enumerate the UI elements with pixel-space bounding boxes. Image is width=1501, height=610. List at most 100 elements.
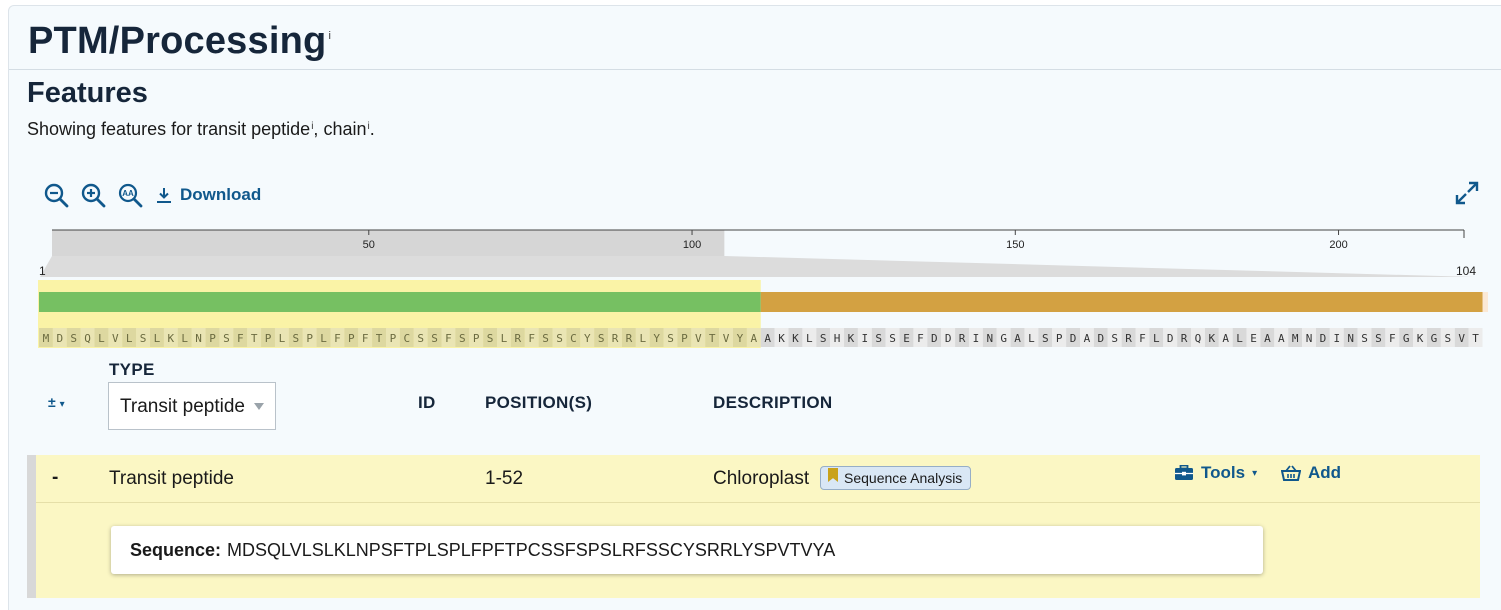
sequence-residue: D <box>1098 332 1105 345</box>
sequence-residue: N <box>986 332 993 345</box>
divider <box>36 502 1480 503</box>
ruler-tick-label: 150 <box>1006 239 1024 251</box>
sequence-residue: V <box>695 332 702 345</box>
sequence-residue: S <box>889 332 896 345</box>
ruler-tick-label: 100 <box>683 239 701 251</box>
sequence-residue: L <box>98 332 105 345</box>
sequence-residue: F <box>1139 332 1146 345</box>
sequence-residue: R <box>626 332 633 345</box>
sequence-residue: R <box>1181 332 1188 345</box>
zoom-in-icon[interactable] <box>80 182 106 208</box>
sequence-residue: L <box>279 332 286 345</box>
sequence-residue: P <box>348 332 355 345</box>
navigation-ruler[interactable]: 501001502002503003504001104 <box>39 229 1488 278</box>
sequence-residue: N <box>1306 332 1313 345</box>
sequence-residue: S <box>598 332 605 345</box>
sequence-residue: S <box>542 332 549 345</box>
sequence-details: Sequence: MDSQLVLSLKLNPSFTPLSPLFPFTPCSSFS… <box>111 526 1263 574</box>
ruler-tick-label: 50 <box>363 239 375 251</box>
sequence-residue: F <box>528 332 535 345</box>
row-collapse-toggle[interactable]: - <box>52 467 58 489</box>
sequence-residue: K <box>168 332 175 345</box>
sequence-residue: F <box>917 332 924 345</box>
sequence-residue: K <box>778 332 785 345</box>
tools-dropdown-button[interactable]: Tools ▾ <box>1174 463 1257 483</box>
download-label: Download <box>180 185 262 204</box>
filter-chain: chain <box>323 119 367 139</box>
row-description: Chloroplast <box>713 468 810 489</box>
sequence-residue: R <box>612 332 619 345</box>
sequence-residue: E <box>1250 332 1257 345</box>
positions-header: POSITION(S) <box>485 393 593 412</box>
sequence-residue: G <box>1431 332 1438 345</box>
download-button[interactable]: Download <box>155 183 261 207</box>
sequence-residue: S <box>459 332 466 345</box>
sequence-residue: S <box>875 332 882 345</box>
sequence-residue: P <box>390 332 397 345</box>
sequence-residue: L <box>501 332 508 345</box>
sequence-residue: K <box>1209 332 1216 345</box>
sequence-residue: V <box>1458 332 1465 345</box>
bookmark-icon <box>828 468 838 482</box>
sequence-residue: P <box>265 332 272 345</box>
range-start-label: 1 <box>39 264 46 278</box>
sequence-residue: E <box>903 332 910 345</box>
sequence-residue: L <box>1153 332 1160 345</box>
sequence-residue: F <box>334 332 341 345</box>
sequence-residue: S <box>487 332 494 345</box>
type-filter-select[interactable]: Transit peptide <box>108 382 276 430</box>
sequence-residue: S <box>292 332 299 345</box>
sequence-residue: L <box>181 332 188 345</box>
sequence-residue: S <box>667 332 674 345</box>
feature-viewer[interactable]: 501001502002503003504001104 MDSQLVLSLKLN… <box>38 226 1488 352</box>
chevron-down-icon: ▾ <box>1252 467 1258 479</box>
sequence-label: Sequence: <box>130 540 222 560</box>
sequence-residue: G <box>1403 332 1410 345</box>
sequence-residue: D <box>1167 332 1174 345</box>
sequence-residue: K <box>1417 332 1424 345</box>
sequence-residue: K <box>848 332 855 345</box>
feature-transit-peptide[interactable] <box>39 292 761 312</box>
sequence-residue: S <box>1361 332 1368 345</box>
zoom-window[interactable] <box>52 230 725 256</box>
sequence-residue: V <box>112 332 119 345</box>
sequence-residue: S <box>820 332 827 345</box>
info-icon[interactable]: i <box>328 30 331 42</box>
toolbox-icon <box>1175 465 1193 480</box>
ruler-tick-label: 200 <box>1329 239 1347 251</box>
sequence-residue: S <box>417 332 424 345</box>
sequence-residue: P <box>1056 332 1063 345</box>
sequence-residue: T <box>376 332 383 345</box>
range-end-label: 104 <box>1456 264 1476 278</box>
sequence-residue: D <box>945 332 952 345</box>
sequence-residue: D <box>57 332 64 345</box>
row-positions: 1-52 <box>485 468 524 489</box>
sequence-residue: I <box>973 332 980 345</box>
sequence-residue: R <box>1125 332 1132 345</box>
add-to-basket-button[interactable]: Add <box>1281 463 1341 483</box>
sequence-residue: L <box>320 332 327 345</box>
sequence-residue: M <box>1292 332 1299 345</box>
type-header: TYPE <box>109 360 155 379</box>
basket-icon <box>1281 465 1301 481</box>
zoom-to-sequence-icon[interactable]: AA <box>117 182 143 208</box>
fullscreen-icon[interactable] <box>1454 180 1480 206</box>
feature-chain[interactable] <box>760 292 1483 312</box>
sequence-residue: A <box>1264 332 1271 345</box>
id-header: ID <box>418 393 436 412</box>
sequence-residue: C <box>404 332 411 345</box>
sequence-residue: Y <box>584 332 591 345</box>
sequence-residue: T <box>1472 332 1479 345</box>
sequence-residue: Y <box>737 332 744 345</box>
sequence-residue: A <box>1014 332 1021 345</box>
sequence-residue: T <box>251 332 258 345</box>
expand-all-toggle[interactable]: ± ▾ <box>48 394 65 410</box>
zoom-out-icon[interactable] <box>43 182 69 208</box>
sequence-residue: A <box>1222 332 1229 345</box>
features-title: Features <box>27 77 148 109</box>
sequence-residue: L <box>126 332 133 345</box>
sequence-residue: M <box>43 332 50 345</box>
sequence-residue: S <box>431 332 438 345</box>
evidence-tag[interactable]: Sequence Analysis <box>820 466 972 490</box>
sequence-residue: C <box>570 332 577 345</box>
